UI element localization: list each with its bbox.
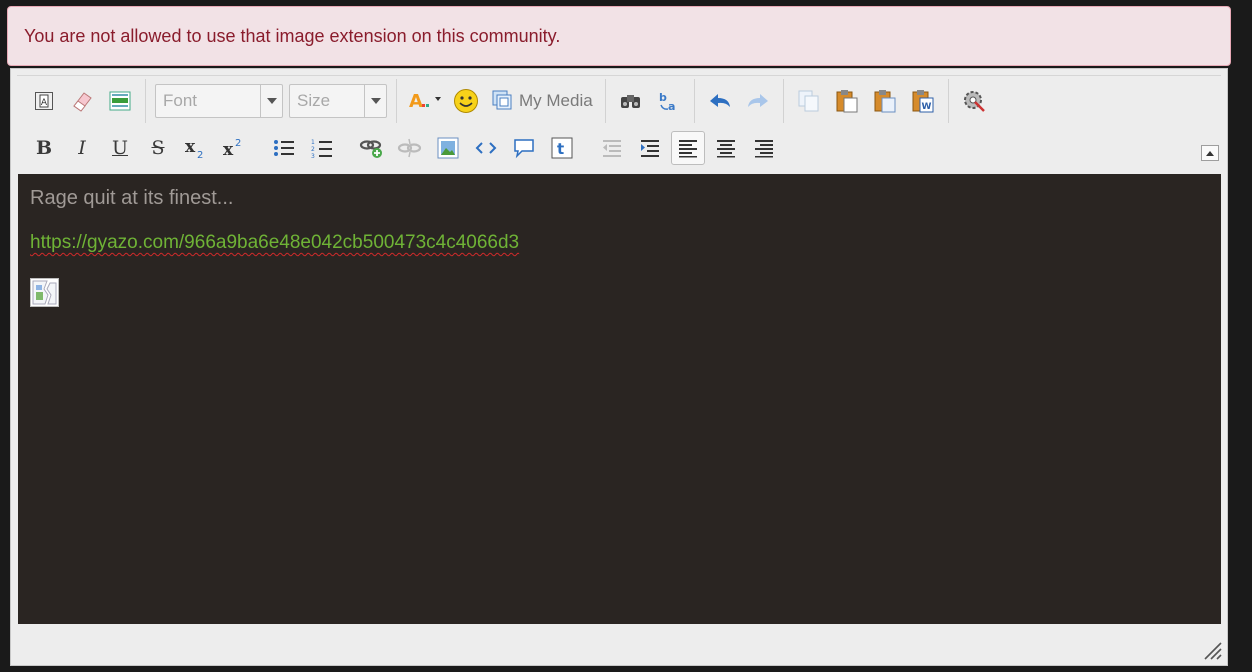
outdent-icon[interactable] xyxy=(595,131,629,165)
chevron-down-icon xyxy=(364,85,386,117)
unlink-icon[interactable] xyxy=(393,131,427,165)
error-alert: You are not allowed to use that image ex… xyxy=(7,6,1231,66)
copy-icon[interactable] xyxy=(792,84,826,118)
svg-text:2: 2 xyxy=(197,150,203,159)
chevron-down-icon xyxy=(260,85,282,117)
svg-text:W: W xyxy=(921,102,931,112)
quote-bubble-icon[interactable] xyxy=(507,131,541,165)
strikethrough-icon[interactable]: S xyxy=(141,131,175,165)
underline-icon[interactable]: U xyxy=(103,131,137,165)
svg-text:A: A xyxy=(409,91,423,112)
undo-icon[interactable] xyxy=(703,84,737,118)
indent-icon[interactable] xyxy=(633,131,667,165)
source-icon[interactable]: A xyxy=(27,84,61,118)
find-icon[interactable] xyxy=(614,84,648,118)
toolbar-row-1: A Font Size A My Media b a W xyxy=(19,79,999,123)
my-media-button[interactable]: My Media xyxy=(487,84,597,118)
toolbar-row-2: B I U S x2 x2 123 t xyxy=(19,129,789,167)
paste-icon[interactable] xyxy=(830,84,864,118)
collapse-toolbar-button[interactable] xyxy=(1201,145,1219,161)
paste-text-icon[interactable] xyxy=(868,84,902,118)
svg-text:t: t xyxy=(557,140,564,158)
templates-icon[interactable] xyxy=(103,84,137,118)
superscript-icon[interactable]: x2 xyxy=(217,131,251,165)
resize-handle-icon[interactable] xyxy=(1201,639,1223,661)
redo-icon[interactable] xyxy=(741,84,775,118)
svg-text:b: b xyxy=(659,91,667,104)
svg-text:3: 3 xyxy=(311,153,315,159)
eraser-icon[interactable] xyxy=(65,84,99,118)
svg-text:A: A xyxy=(41,98,48,108)
content-link[interactable]: https://gyazo.com/966a9ba6e48e042cb50047… xyxy=(30,232,1209,254)
subscript-icon[interactable]: x2 xyxy=(179,131,213,165)
paste-word-icon[interactable]: W xyxy=(906,84,940,118)
code-icon[interactable] xyxy=(469,131,503,165)
italic-icon[interactable]: I xyxy=(65,131,99,165)
broken-image-icon[interactable] xyxy=(30,278,59,307)
editor-content-area[interactable]: Rage quit at its finest... https://gyazo… xyxy=(18,174,1221,624)
media-icon xyxy=(492,90,512,110)
image-icon[interactable] xyxy=(431,131,465,165)
size-select[interactable]: Size xyxy=(289,84,387,118)
alert-message: You are not allowed to use that image ex… xyxy=(24,26,561,46)
chevron-up-icon xyxy=(1206,150,1214,156)
content-text: Rage quit at its finest... xyxy=(30,187,234,209)
bold-icon[interactable]: B xyxy=(27,131,61,165)
rich-text-editor: A Font Size A My Media b a W B I U S x 2… xyxy=(10,68,1228,666)
link-icon[interactable] xyxy=(355,131,389,165)
twitter-icon[interactable]: t xyxy=(545,131,579,165)
replace-icon[interactable]: ba xyxy=(652,84,686,118)
align-left-icon[interactable] xyxy=(671,131,705,165)
svg-text:x: x xyxy=(185,137,196,157)
align-right-icon[interactable] xyxy=(747,131,781,165)
smiley-icon[interactable] xyxy=(449,84,483,118)
text-color-icon[interactable]: A xyxy=(405,84,445,118)
svg-text:a: a xyxy=(668,100,675,113)
font-select[interactable]: Font xyxy=(155,84,283,118)
svg-text:2: 2 xyxy=(311,146,315,153)
svg-text:1: 1 xyxy=(311,139,315,146)
numbered-list-icon[interactable]: 123 xyxy=(305,131,339,165)
bullet-list-icon[interactable] xyxy=(267,131,301,165)
svg-text:x: x xyxy=(223,140,234,159)
align-center-icon[interactable] xyxy=(709,131,743,165)
svg-text:2: 2 xyxy=(235,138,241,149)
settings-icon[interactable] xyxy=(957,84,991,118)
